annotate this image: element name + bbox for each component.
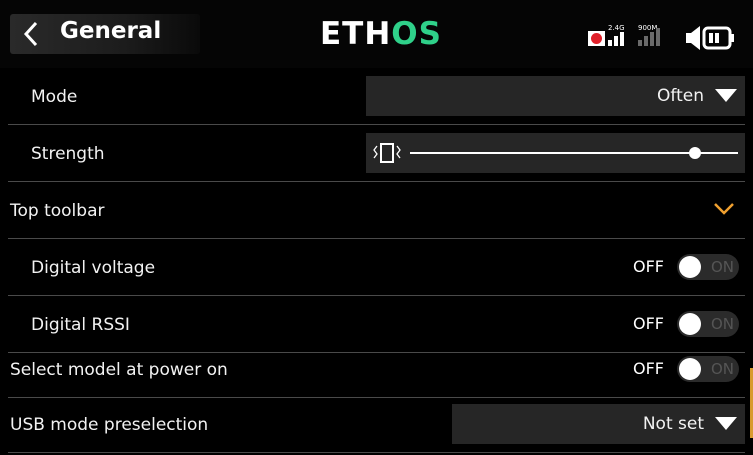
toggle-on-label: ON xyxy=(711,258,735,276)
slider-knob[interactable] xyxy=(689,147,702,159)
page-title: General xyxy=(60,18,162,44)
digital-rssi-label: Digital RSSI xyxy=(31,314,130,335)
usb-mode-value: Not set xyxy=(642,414,704,434)
chevron-left-icon[interactable] xyxy=(22,20,40,48)
toggle-off-label: OFF xyxy=(633,314,664,333)
select-model-row: Select model at power on OFF ON xyxy=(0,341,753,398)
signal-900-icon: 900M xyxy=(638,24,660,46)
usb-mode-row: USB mode preselection Not set xyxy=(0,396,753,453)
divider xyxy=(8,452,745,453)
ethos-logo: ETHOS xyxy=(320,14,442,54)
signal-bars-icon: 2.4G xyxy=(608,24,625,46)
chevron-down-icon[interactable] xyxy=(713,202,735,216)
top-toolbar-row[interactable]: Top toolbar xyxy=(0,182,753,239)
mode-dropdown[interactable]: Often xyxy=(366,76,745,116)
record-icon xyxy=(588,31,605,46)
digital-voltage-row: Digital voltage OFF ON xyxy=(0,239,753,296)
caret-down-icon xyxy=(715,417,737,430)
toggle-on-label: ON xyxy=(711,360,735,378)
logo-text-part1: ETH xyxy=(320,16,392,52)
mode-value: Often xyxy=(657,86,704,106)
logo-text-part2: OS xyxy=(391,16,442,52)
speaker-icon xyxy=(686,26,700,50)
toggle-knob xyxy=(679,313,701,335)
strength-label: Strength xyxy=(31,143,105,164)
mode-row: Mode Often xyxy=(0,68,753,125)
digital-voltage-label: Digital voltage xyxy=(31,257,156,278)
vibrate-icon xyxy=(373,143,401,163)
usb-mode-label: USB mode preselection xyxy=(10,414,209,435)
band-900-label: 900M xyxy=(638,24,657,32)
digital-voltage-toggle[interactable]: OFF ON xyxy=(607,252,745,282)
toggle-knob xyxy=(679,256,701,278)
header-bar: General ETHOS 2.4G 900M xyxy=(0,0,753,68)
select-model-toggle[interactable]: OFF ON xyxy=(607,354,745,384)
top-toolbar-label: Top toolbar xyxy=(10,200,105,221)
caret-down-icon xyxy=(715,89,737,102)
strength-slider[interactable] xyxy=(366,133,745,173)
toggle-off-label: OFF xyxy=(633,359,664,378)
select-model-label: Select model at power on xyxy=(10,359,228,380)
status-icons: 2.4G 900M xyxy=(588,24,734,50)
mode-label: Mode xyxy=(31,86,78,107)
band-24-label: 2.4G xyxy=(608,24,625,32)
digital-rssi-toggle[interactable]: OFF ON xyxy=(607,309,745,339)
strength-row: Strength xyxy=(0,125,753,182)
toggle-knob xyxy=(679,358,701,380)
toggle-off-label: OFF xyxy=(633,257,664,276)
usb-mode-dropdown[interactable]: Not set xyxy=(452,404,745,444)
toggle-on-label: ON xyxy=(711,315,735,333)
battery-icon xyxy=(702,26,734,50)
